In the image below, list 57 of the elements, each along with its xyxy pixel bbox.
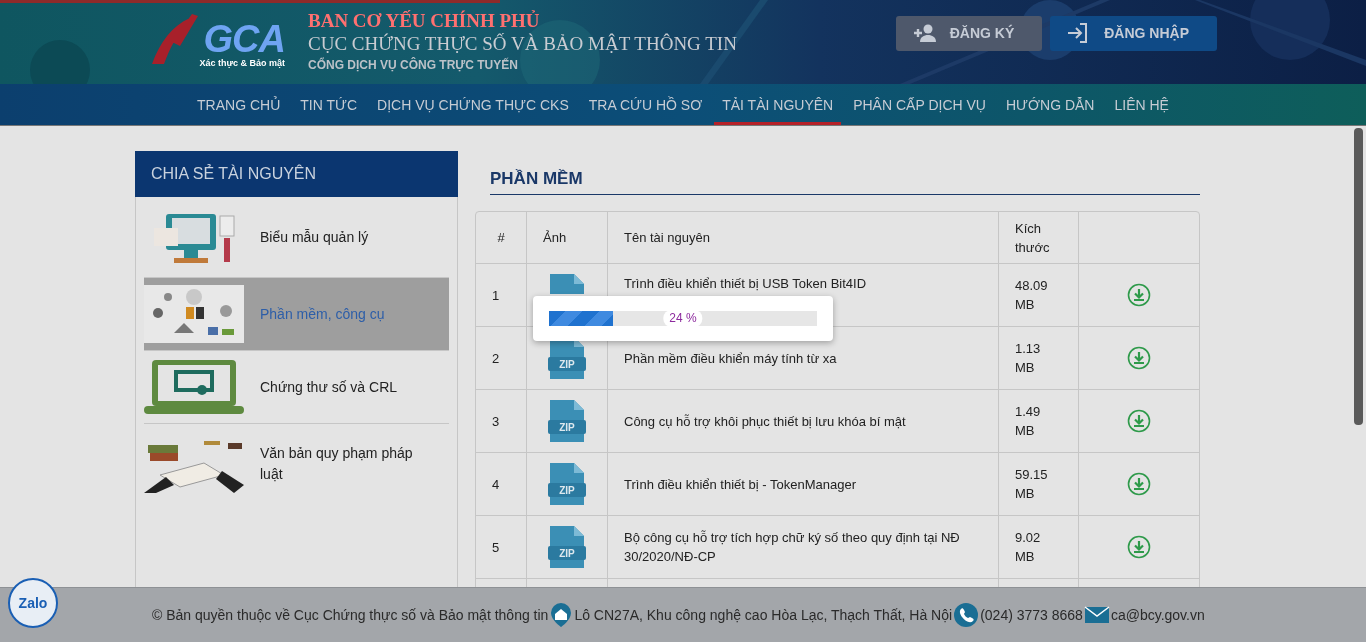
nav-link[interactable]: TIN TỨC — [292, 84, 366, 125]
table-cell: 48.09 MB — [999, 264, 1079, 327]
column-header: # — [476, 212, 527, 264]
nav-link[interactable]: TẢI TÀI NGUYÊN — [714, 84, 842, 125]
download-icon[interactable] — [1127, 535, 1151, 559]
column-header: Tên tài nguyên — [608, 212, 999, 264]
column-header: Ảnh — [527, 212, 608, 264]
location-icon — [549, 602, 574, 628]
file-icon — [548, 272, 586, 294]
column-header: Kích thước — [999, 212, 1079, 264]
sidebar-item[interactable]: Văn bản quy phạm pháp luật — [144, 424, 449, 504]
sidebar-header: CHIA SẺ TÀI NGUYÊN — [135, 151, 458, 197]
table-cell: Công cụ hỗ trợ khôi phục thiết bị lưu khóa bí mật — [608, 390, 999, 453]
sidebar-item[interactable]: Chứng thư số và CRL — [144, 351, 449, 424]
nav-link[interactable]: HƯỚNG DẪN — [997, 84, 1103, 125]
download-icon[interactable] — [1127, 409, 1151, 433]
table-cell: 1.49 MB — [999, 390, 1079, 453]
sidebar-item[interactable]: Biểu mẫu quản lý — [144, 197, 449, 278]
zip-file-icon: ZIP — [548, 524, 586, 570]
logo-tagline: Xác thực & Bảo mật — [199, 58, 285, 68]
table-cell: 9.02 MB — [999, 516, 1079, 579]
phone-text: (024) 3773 8668 — [980, 607, 1083, 623]
download-icon[interactable] — [1127, 346, 1151, 370]
scrollbar-thumb[interactable] — [1354, 128, 1363, 425]
zip-file-icon: ZIP — [548, 398, 586, 444]
nav-link[interactable]: TRA CỨU HỒ SƠ — [580, 84, 711, 125]
site-subtitle: CỔNG DỊCH VỤ CÔNG TRỰC TUYẾN — [308, 56, 519, 74]
mail-icon — [1083, 606, 1110, 624]
table-cell: Bộ công cụ hỗ trợ tích hợp chữ ký số theo quy định tại NĐ 30/2020/NĐ-CP — [608, 516, 999, 579]
agency-name: BAN CƠ YẾU CHÍNH PHỦ — [308, 10, 541, 32]
address-text: Lô CN27A, Khu công nghệ cao Hòa Lạc, Thạch Thất, Hà Nội — [574, 607, 953, 623]
copyright-text: © Bản quyền thuộc về Cục Chứng thực số và Bảo mật thông tin — [152, 607, 549, 623]
logo-text: GCA — [203, 20, 285, 58]
table-cell: 3 — [476, 390, 527, 453]
chat-button[interactable]: Zalo — [8, 578, 58, 628]
phone-icon — [953, 602, 980, 628]
table-cell: 5 — [476, 516, 527, 579]
table-cell: 59.15 MB — [999, 453, 1079, 516]
section-title: PHẦN MỀM — [490, 169, 584, 189]
table-cell: 1 — [476, 264, 527, 327]
user-plus-icon — [911, 23, 936, 43]
table-cell: 1.13 MB — [999, 327, 1079, 390]
table-cell: 4 — [476, 453, 527, 516]
table-cell: 2 — [476, 327, 527, 390]
site-title: CỤC CHỨNG THỰC SỐ VÀ BẢO MẬT THÔNG TIN — [308, 32, 737, 56]
nav-link[interactable]: TRANG CHỦ — [189, 84, 289, 125]
zip-file-icon: ZIP — [548, 461, 586, 507]
email-text: ca@bcy.gov.vn — [1110, 607, 1205, 623]
download-icon[interactable] — [1127, 283, 1151, 307]
nav-link[interactable]: DỊCH VỤ CHỨNG THỰC CKS — [369, 84, 577, 125]
table-cell: Trình điều khiển thiết bị - TokenManager — [608, 453, 999, 516]
download-icon[interactable] — [1127, 472, 1151, 496]
register-button[interactable]: ĐĂNG KÝ — [895, 15, 1043, 51]
login-button[interactable]: ĐĂNG NHẬP — [1050, 15, 1217, 51]
progress-label: 24 % — [663, 310, 703, 327]
nav-link[interactable]: LIÊN HỆ — [1106, 84, 1177, 125]
nav-link[interactable]: PHÂN CẤP DỊCH VỤ — [845, 84, 994, 125]
